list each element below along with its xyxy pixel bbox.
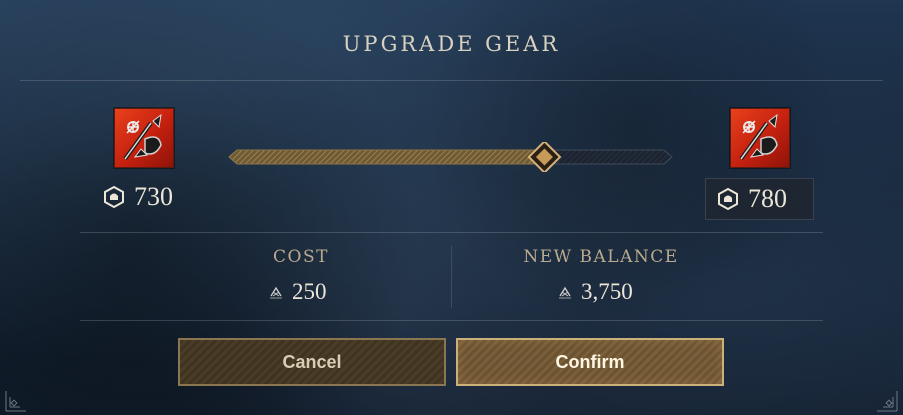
gear-score-icon [104,186,124,208]
current-gear-score-value: 730 [134,182,173,211]
azoth-currency-icon [270,286,282,299]
confirm-button[interactable]: Confirm [456,338,724,386]
section-divider-top [80,232,823,233]
slider-handle[interactable] [527,140,562,174]
upgrade-slider[interactable] [227,140,674,174]
cancel-button-label: Cancel [282,351,342,372]
new-balance-value: 3,750 [581,279,633,304]
gear-score-icon [718,188,738,210]
crossbow-weapon-icon [123,113,162,161]
upgrade-gear-dialog: UPGRADE GEAR 730 780 COST 250 NEW BALANC… [0,0,903,415]
dialog-title: UPGRADE GEAR [342,32,561,56]
current-gear-score: 730 [104,182,173,212]
cost-balance-divider [451,246,452,308]
slider-track [228,140,673,174]
current-item-icon[interactable] [114,108,174,168]
title-divider [20,80,883,81]
corner-ornament-bottom-left [5,391,26,412]
azoth-currency-icon [559,286,571,299]
new-balance-label: NEW BALANCE [523,247,679,267]
corner-ornament-bottom-right [877,391,898,412]
cost-amount: 250 [268,279,327,305]
target-item-icon[interactable] [730,108,790,168]
confirm-button-label: Confirm [555,351,625,372]
section-divider-bottom [80,320,823,321]
cost-value: 250 [292,279,327,304]
new-balance-amount: 3,750 [557,279,633,305]
target-gear-score: 780 [705,178,814,220]
cancel-button[interactable]: Cancel [178,338,446,386]
cost-label: COST [273,247,329,267]
crossbow-weapon-icon [739,113,778,161]
target-gear-score-value: 780 [748,184,787,213]
